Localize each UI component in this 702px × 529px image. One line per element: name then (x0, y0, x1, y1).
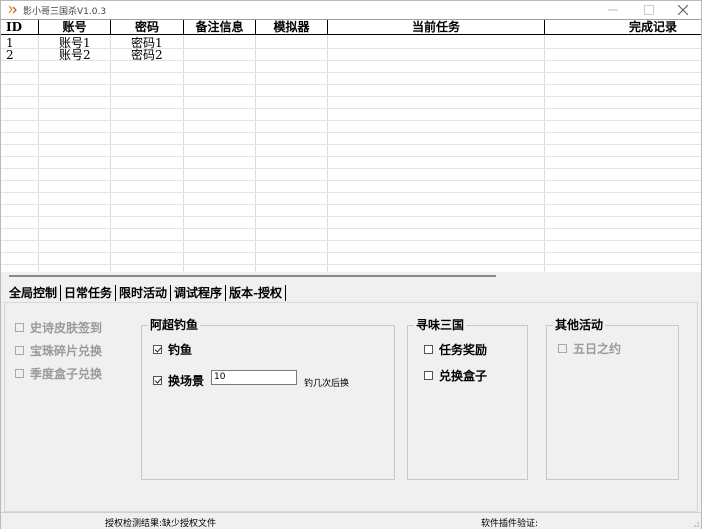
grid-row-line (1, 108, 701, 109)
auth-result-text: 授权检测结果:缺少授权文件 (105, 519, 217, 529)
xunwei-group-title: 寻味三国 (414, 318, 467, 332)
checkbox-label: 换场景 (168, 374, 205, 388)
horizontal-scrollbar[interactable] (9, 275, 496, 277)
tab-debug[interactable]: 调试程序 (171, 285, 227, 301)
epic-skin-signin-checkbox[interactable]: 史诗皮肤签到 (15, 319, 102, 336)
checkbox-label: 季度盒子兑换 (30, 367, 103, 381)
app-window: 影小哥三国杀V1.0.3 ID 账号 密码 备注信息 模拟器 当前任务 完成记录… (0, 0, 702, 529)
grid-row-line (1, 132, 701, 133)
checkbox-box (558, 344, 567, 353)
other-group-title: 其他活动 (553, 318, 606, 332)
grid-row-line (1, 204, 701, 205)
xunwei-sanguo-group: 寻味三国 任务奖励 兑换盒子 (407, 318, 528, 480)
column-header-password[interactable]: 密码 (111, 20, 183, 35)
maximize-button[interactable] (633, 1, 665, 19)
tab-version-auth[interactable]: 版本-授权 (226, 285, 287, 301)
grid-row-line (1, 240, 701, 241)
checkbox-box (15, 369, 24, 378)
cell-id: 2 (6, 48, 14, 62)
grid-column-divider (110, 20, 111, 272)
checkbox-box (153, 345, 162, 354)
grid-row-line (1, 144, 701, 145)
checkbox-box (15, 346, 24, 355)
checkbox-label: 宝珠碎片兑换 (30, 344, 103, 358)
grid-row-line (1, 72, 701, 73)
grid-row-line (1, 96, 701, 97)
limited-events-panel: 史诗皮肤签到 宝珠碎片兑换 季度盒子兑换 阿超钓鱼 钓鱼 换场景 10 钓几次后… (4, 302, 698, 512)
grid-row-line (1, 264, 701, 265)
checkbox-label: 五日之约 (573, 342, 622, 356)
tab-global-control[interactable]: 全局控制 (6, 285, 62, 301)
fishing-group: 阿超钓鱼 钓鱼 换场景 10 钓几次后换 (141, 318, 395, 480)
exchange-box-checkbox[interactable]: 兑换盒子 (424, 367, 487, 384)
column-header-note[interactable]: 备注信息 (184, 20, 255, 35)
orb-fragment-exchange-checkbox[interactable]: 宝珠碎片兑换 (15, 342, 102, 359)
app-logo-icon (7, 4, 18, 15)
column-header-id[interactable]: ID (1, 20, 38, 35)
grid-row-line (1, 216, 701, 217)
account-grid[interactable]: ID 账号 密码 备注信息 模拟器 当前任务 完成记录 1 账号1 密码1 2 … (1, 19, 701, 272)
checkbox-box (424, 371, 433, 380)
grid-row-line (1, 180, 701, 181)
checkbox-label: 史诗皮肤签到 (30, 321, 103, 335)
grid-row-line (1, 252, 701, 253)
checkbox-box (15, 323, 24, 332)
five-days-checkbox[interactable]: 五日之约 (558, 340, 621, 357)
task-reward-checkbox[interactable]: 任务奖励 (424, 341, 487, 358)
grid-row-line (1, 156, 701, 157)
minimize-icon (608, 9, 618, 11)
tab-limited-events[interactable]: 限时活动 (116, 285, 172, 301)
tab-daily-tasks[interactable]: 日常任务 (61, 285, 117, 301)
checkbox-label: 钓鱼 (168, 343, 193, 357)
grid-column-divider (255, 20, 256, 272)
cell-account: 账号2 (59, 48, 91, 62)
checkbox-label: 兑换盒子 (439, 369, 488, 383)
other-events-group: 其他活动 五日之约 (546, 318, 679, 480)
grid-row-line (1, 192, 701, 193)
grid-column-divider (544, 20, 545, 272)
fishing-group-title: 阿超钓鱼 (148, 318, 201, 332)
close-icon (678, 5, 688, 15)
title-bar[interactable]: 影小哥三国杀V1.0.3 (1, 1, 701, 19)
grid-column-divider (183, 20, 184, 272)
column-header-emulator[interactable]: 模拟器 (256, 20, 327, 35)
grid-header: ID 账号 密码 备注信息 模拟器 当前任务 完成记录 (1, 20, 701, 35)
maximize-icon (644, 5, 654, 15)
tab-strip: 全局控制 日常任务 限时活动 调试程序 版本-授权 (6, 284, 287, 302)
switch-count-hint: 钓几次后换 (304, 379, 350, 389)
column-header-account[interactable]: 账号 (39, 20, 110, 35)
status-bar: 授权检测结果:缺少授权文件 软件插件验证: (1, 512, 701, 529)
cell-password: 密码2 (131, 48, 163, 62)
grid-row-line (1, 168, 701, 169)
window-title: 影小哥三国杀V1.0.3 (23, 7, 107, 17)
grid-row-line (1, 228, 701, 229)
season-box-exchange-checkbox[interactable]: 季度盒子兑换 (15, 365, 102, 382)
column-header-record[interactable]: 完成记录 (545, 20, 701, 35)
grid-column-divider (38, 20, 39, 272)
minimize-button[interactable] (597, 1, 629, 19)
grid-row-line (1, 84, 701, 85)
grid-row-line (1, 48, 701, 49)
plugin-verify-text: 软件插件验证: (481, 519, 539, 529)
grid-column-divider (327, 20, 328, 272)
switch-count-input[interactable]: 10 (211, 370, 297, 385)
checkbox-label: 任务奖励 (439, 343, 488, 357)
switch-scene-checkbox[interactable]: 换场景 (153, 372, 204, 389)
column-header-current-task[interactable]: 当前任务 (328, 20, 544, 35)
checkbox-box (153, 376, 162, 385)
close-button[interactable] (667, 1, 699, 19)
checkbox-box (424, 345, 433, 354)
grid-row-line (1, 60, 701, 61)
fishing-checkbox[interactable]: 钓鱼 (153, 341, 192, 358)
resize-grip-icon[interactable] (691, 519, 699, 527)
grid-row-line (1, 120, 701, 121)
